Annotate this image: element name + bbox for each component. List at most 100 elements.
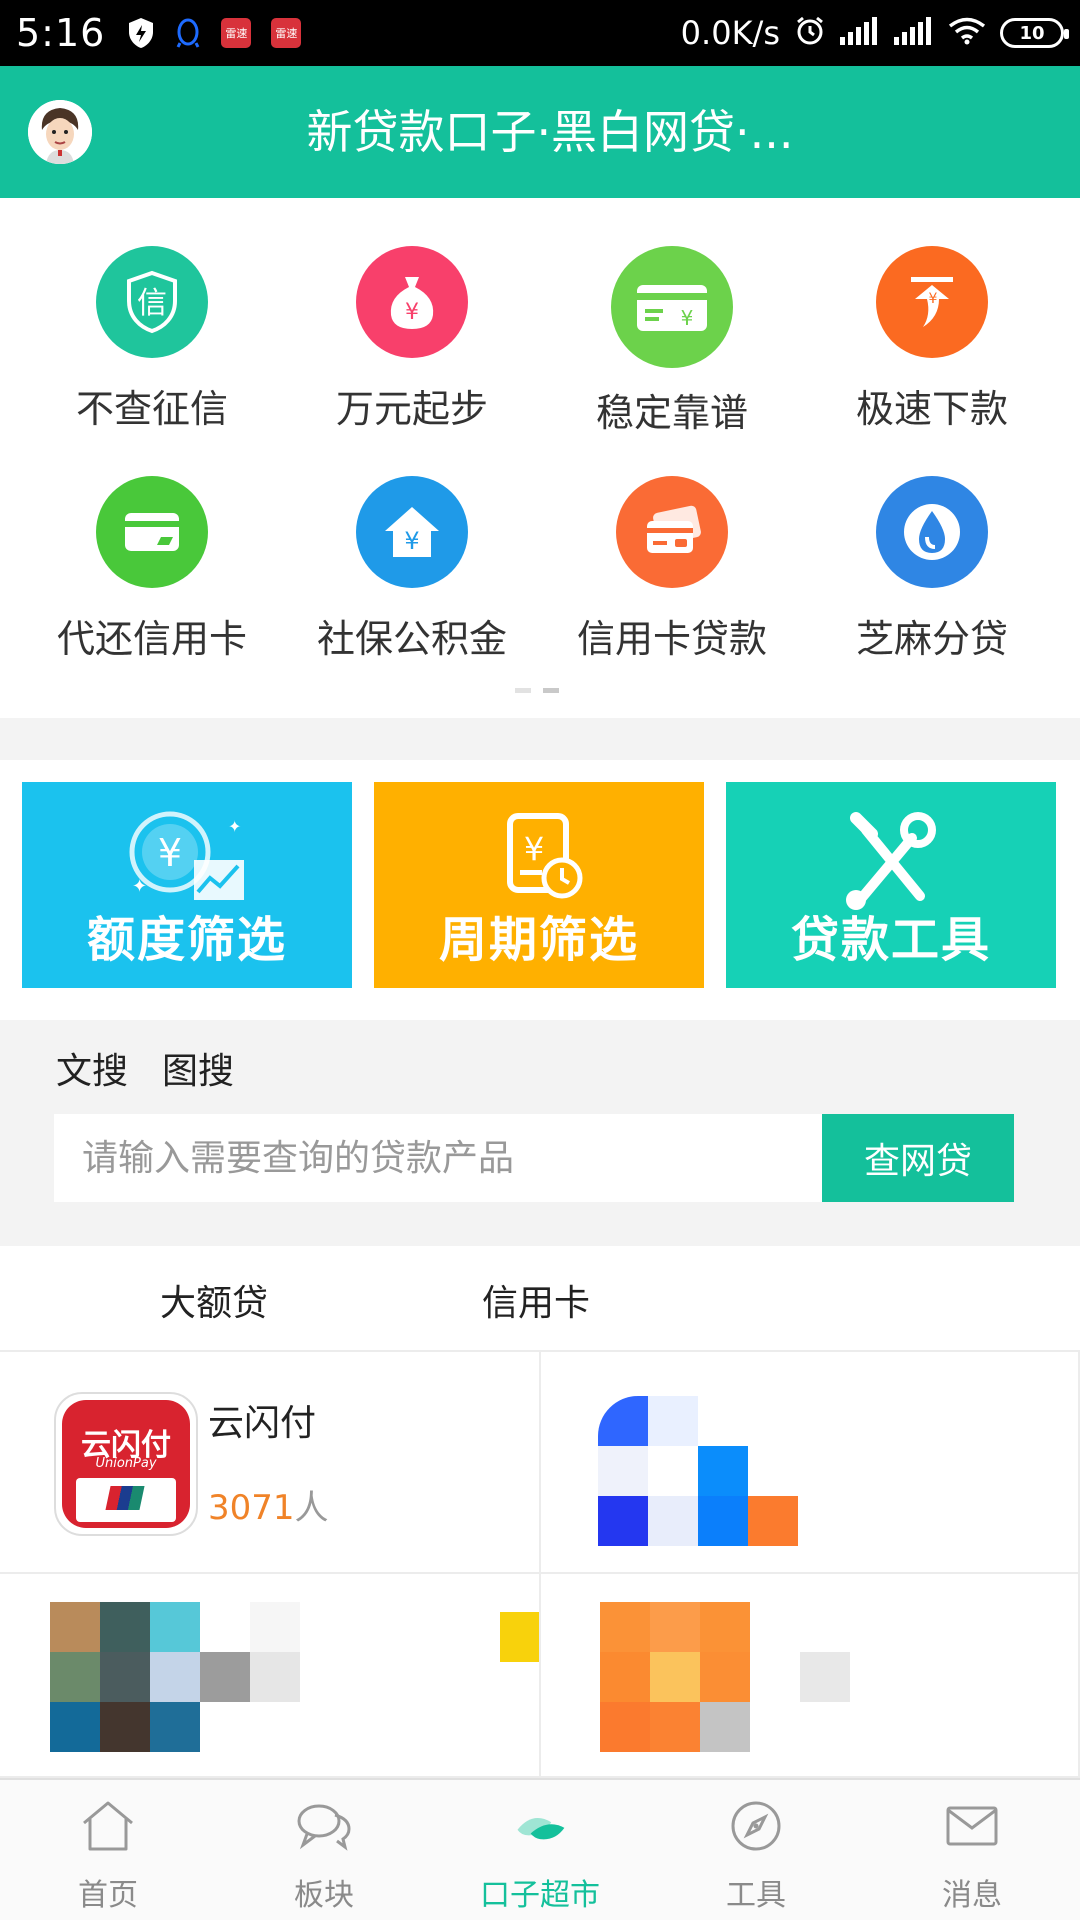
blurred-logo bbox=[50, 1702, 100, 1752]
app-header: 新贷款口子·黑白网贷·... bbox=[0, 66, 1080, 198]
search-input[interactable] bbox=[54, 1114, 824, 1202]
category-label: 社保公积金 bbox=[316, 617, 507, 661]
blurred-logo bbox=[150, 1602, 200, 1652]
chat-bubbles-icon bbox=[294, 1796, 354, 1856]
blurred-logo bbox=[250, 1602, 300, 1652]
leisu-app-icon-2: 雷速 bbox=[271, 18, 302, 48]
nav-tools[interactable]: 工具 bbox=[648, 1780, 864, 1920]
blurred-logo bbox=[598, 1496, 648, 1546]
mail-icon bbox=[942, 1796, 1002, 1856]
count-unit: 人 bbox=[294, 1488, 329, 1528]
product-card-blurred[interactable] bbox=[541, 1574, 1080, 1778]
svg-text:¥: ¥ bbox=[405, 300, 419, 325]
category-item[interactable]: 信用卡贷款 bbox=[537, 476, 807, 676]
svg-text:¥: ¥ bbox=[681, 306, 694, 330]
calendar-clock-icon: ¥ bbox=[374, 804, 704, 914]
product-grid: 云闪付 UnionPay 云闪付 3071人 bbox=[0, 1352, 1080, 1778]
page-title: 新贷款口子·黑白网贷·... bbox=[306, 105, 794, 159]
svg-text:¥: ¥ bbox=[404, 527, 419, 555]
search-button[interactable]: 查网贷 bbox=[822, 1114, 1014, 1202]
blurred-logo bbox=[748, 1496, 798, 1546]
product-tabs: 大额贷 信用卡 bbox=[0, 1246, 1080, 1352]
qq-penguin-icon bbox=[175, 17, 201, 49]
blurred-logo bbox=[700, 1702, 750, 1752]
house-yuan-icon: ¥ bbox=[356, 476, 468, 588]
search-box bbox=[54, 1114, 824, 1202]
tab-text-search[interactable]: 文搜 bbox=[56, 1042, 128, 1094]
status-time: 5:16 bbox=[16, 11, 106, 55]
product-user-count: 3071人 bbox=[208, 1480, 329, 1529]
category-item[interactable]: ¥ 社保公积金 bbox=[277, 476, 547, 676]
loan-tools-banner[interactable]: 贷款工具 bbox=[726, 782, 1056, 988]
category-item[interactable]: 芝麻分贷 bbox=[797, 476, 1067, 676]
category-item[interactable]: ¥ 稳定靠谱 bbox=[537, 246, 807, 446]
svg-text:✦: ✦ bbox=[132, 876, 147, 897]
unionpay-logo-icon: 云闪付 UnionPay bbox=[54, 1392, 198, 1536]
category-item[interactable]: 代还信用卡 bbox=[17, 476, 287, 676]
search-section: 文搜 图搜 查网贷 bbox=[0, 1020, 1080, 1246]
category-label: 芝麻分贷 bbox=[855, 617, 1008, 661]
money-bag-icon: ¥ bbox=[356, 246, 468, 358]
sesame-drop-icon bbox=[876, 476, 988, 588]
amount-chart-icon: ¥ ✦ ✦ bbox=[22, 804, 352, 914]
card-yuan-icon: ¥ bbox=[611, 246, 733, 368]
product-card-blurred[interactable] bbox=[0, 1574, 541, 1778]
tab-large-loan[interactable]: 大额贷 bbox=[160, 1274, 268, 1326]
shield-bolt-icon bbox=[127, 17, 155, 49]
blurred-logo bbox=[800, 1652, 850, 1702]
product-card-blurred[interactable] bbox=[541, 1352, 1080, 1574]
svg-text:✦: ✦ bbox=[228, 817, 241, 836]
banner-label: 贷款工具 bbox=[790, 912, 991, 968]
category-grid: 信 不查征信 ¥ 万元起步 ¥ 稳定靠谱 ¥ 极速下款 代还信用卡 ¥ 社保公积… bbox=[0, 198, 1080, 718]
blurred-logo bbox=[598, 1446, 648, 1496]
blurred-logo bbox=[50, 1652, 100, 1702]
category-item[interactable]: ¥ 极速下款 bbox=[797, 246, 1067, 446]
compass-icon bbox=[726, 1796, 786, 1856]
nav-label: 工具 bbox=[726, 1878, 786, 1913]
blurred-logo bbox=[150, 1652, 200, 1702]
shield-credit-icon: 信 bbox=[96, 246, 208, 358]
blurred-logo bbox=[600, 1602, 650, 1652]
category-label: 代还信用卡 bbox=[56, 617, 247, 661]
page-indicator bbox=[515, 688, 559, 693]
nav-messages[interactable]: 消息 bbox=[864, 1780, 1080, 1920]
signal-icon bbox=[840, 17, 880, 49]
banner-label: 周期筛选 bbox=[438, 912, 639, 968]
svg-text:信: 信 bbox=[137, 286, 167, 321]
blurred-logo bbox=[50, 1602, 100, 1652]
period-filter-banner[interactable]: ¥ 周期筛选 bbox=[374, 782, 704, 988]
category-item[interactable]: ¥ 万元起步 bbox=[277, 246, 547, 446]
category-item[interactable]: 信 不查征信 bbox=[17, 246, 287, 446]
nav-label: 板块 bbox=[294, 1878, 354, 1913]
alarm-icon bbox=[794, 15, 826, 51]
product-card[interactable]: 云闪付 UnionPay 云闪付 3071人 bbox=[0, 1352, 541, 1574]
logo-subtext: UnionPay bbox=[95, 1456, 157, 1471]
tab-credit-card[interactable]: 信用卡 bbox=[482, 1274, 590, 1326]
amount-filter-banner[interactable]: ¥ ✦ ✦ 额度筛选 bbox=[22, 782, 352, 988]
blurred-logo bbox=[650, 1602, 700, 1652]
blurred-logo bbox=[600, 1652, 650, 1702]
nav-home[interactable]: 首页 bbox=[0, 1780, 216, 1920]
blurred-logo bbox=[650, 1702, 700, 1752]
category-label: 不查征信 bbox=[75, 387, 228, 431]
wifi-icon bbox=[948, 17, 986, 49]
category-label: 万元起步 bbox=[335, 387, 488, 431]
credit-card-icon bbox=[96, 476, 208, 588]
svg-text:¥: ¥ bbox=[158, 831, 182, 875]
svg-text:¥: ¥ bbox=[929, 291, 938, 307]
market-icon bbox=[510, 1796, 570, 1856]
blurred-logo bbox=[500, 1612, 539, 1662]
tab-image-search[interactable]: 图搜 bbox=[162, 1042, 234, 1094]
nav-label: 首页 bbox=[78, 1878, 138, 1913]
blurred-logo bbox=[698, 1496, 748, 1546]
blurred-logo bbox=[150, 1702, 200, 1752]
blurred-logo bbox=[648, 1446, 698, 1496]
wrench-tools-icon bbox=[726, 804, 1056, 914]
category-label: 极速下款 bbox=[855, 387, 1008, 431]
nav-label: 消息 bbox=[942, 1878, 1002, 1913]
nav-market[interactable]: 口子超市 bbox=[432, 1780, 648, 1920]
blurred-logo bbox=[100, 1702, 150, 1752]
nav-label: 口子超市 bbox=[480, 1878, 600, 1913]
page-dot-active bbox=[543, 688, 559, 693]
nav-sections[interactable]: 板块 bbox=[216, 1780, 432, 1920]
